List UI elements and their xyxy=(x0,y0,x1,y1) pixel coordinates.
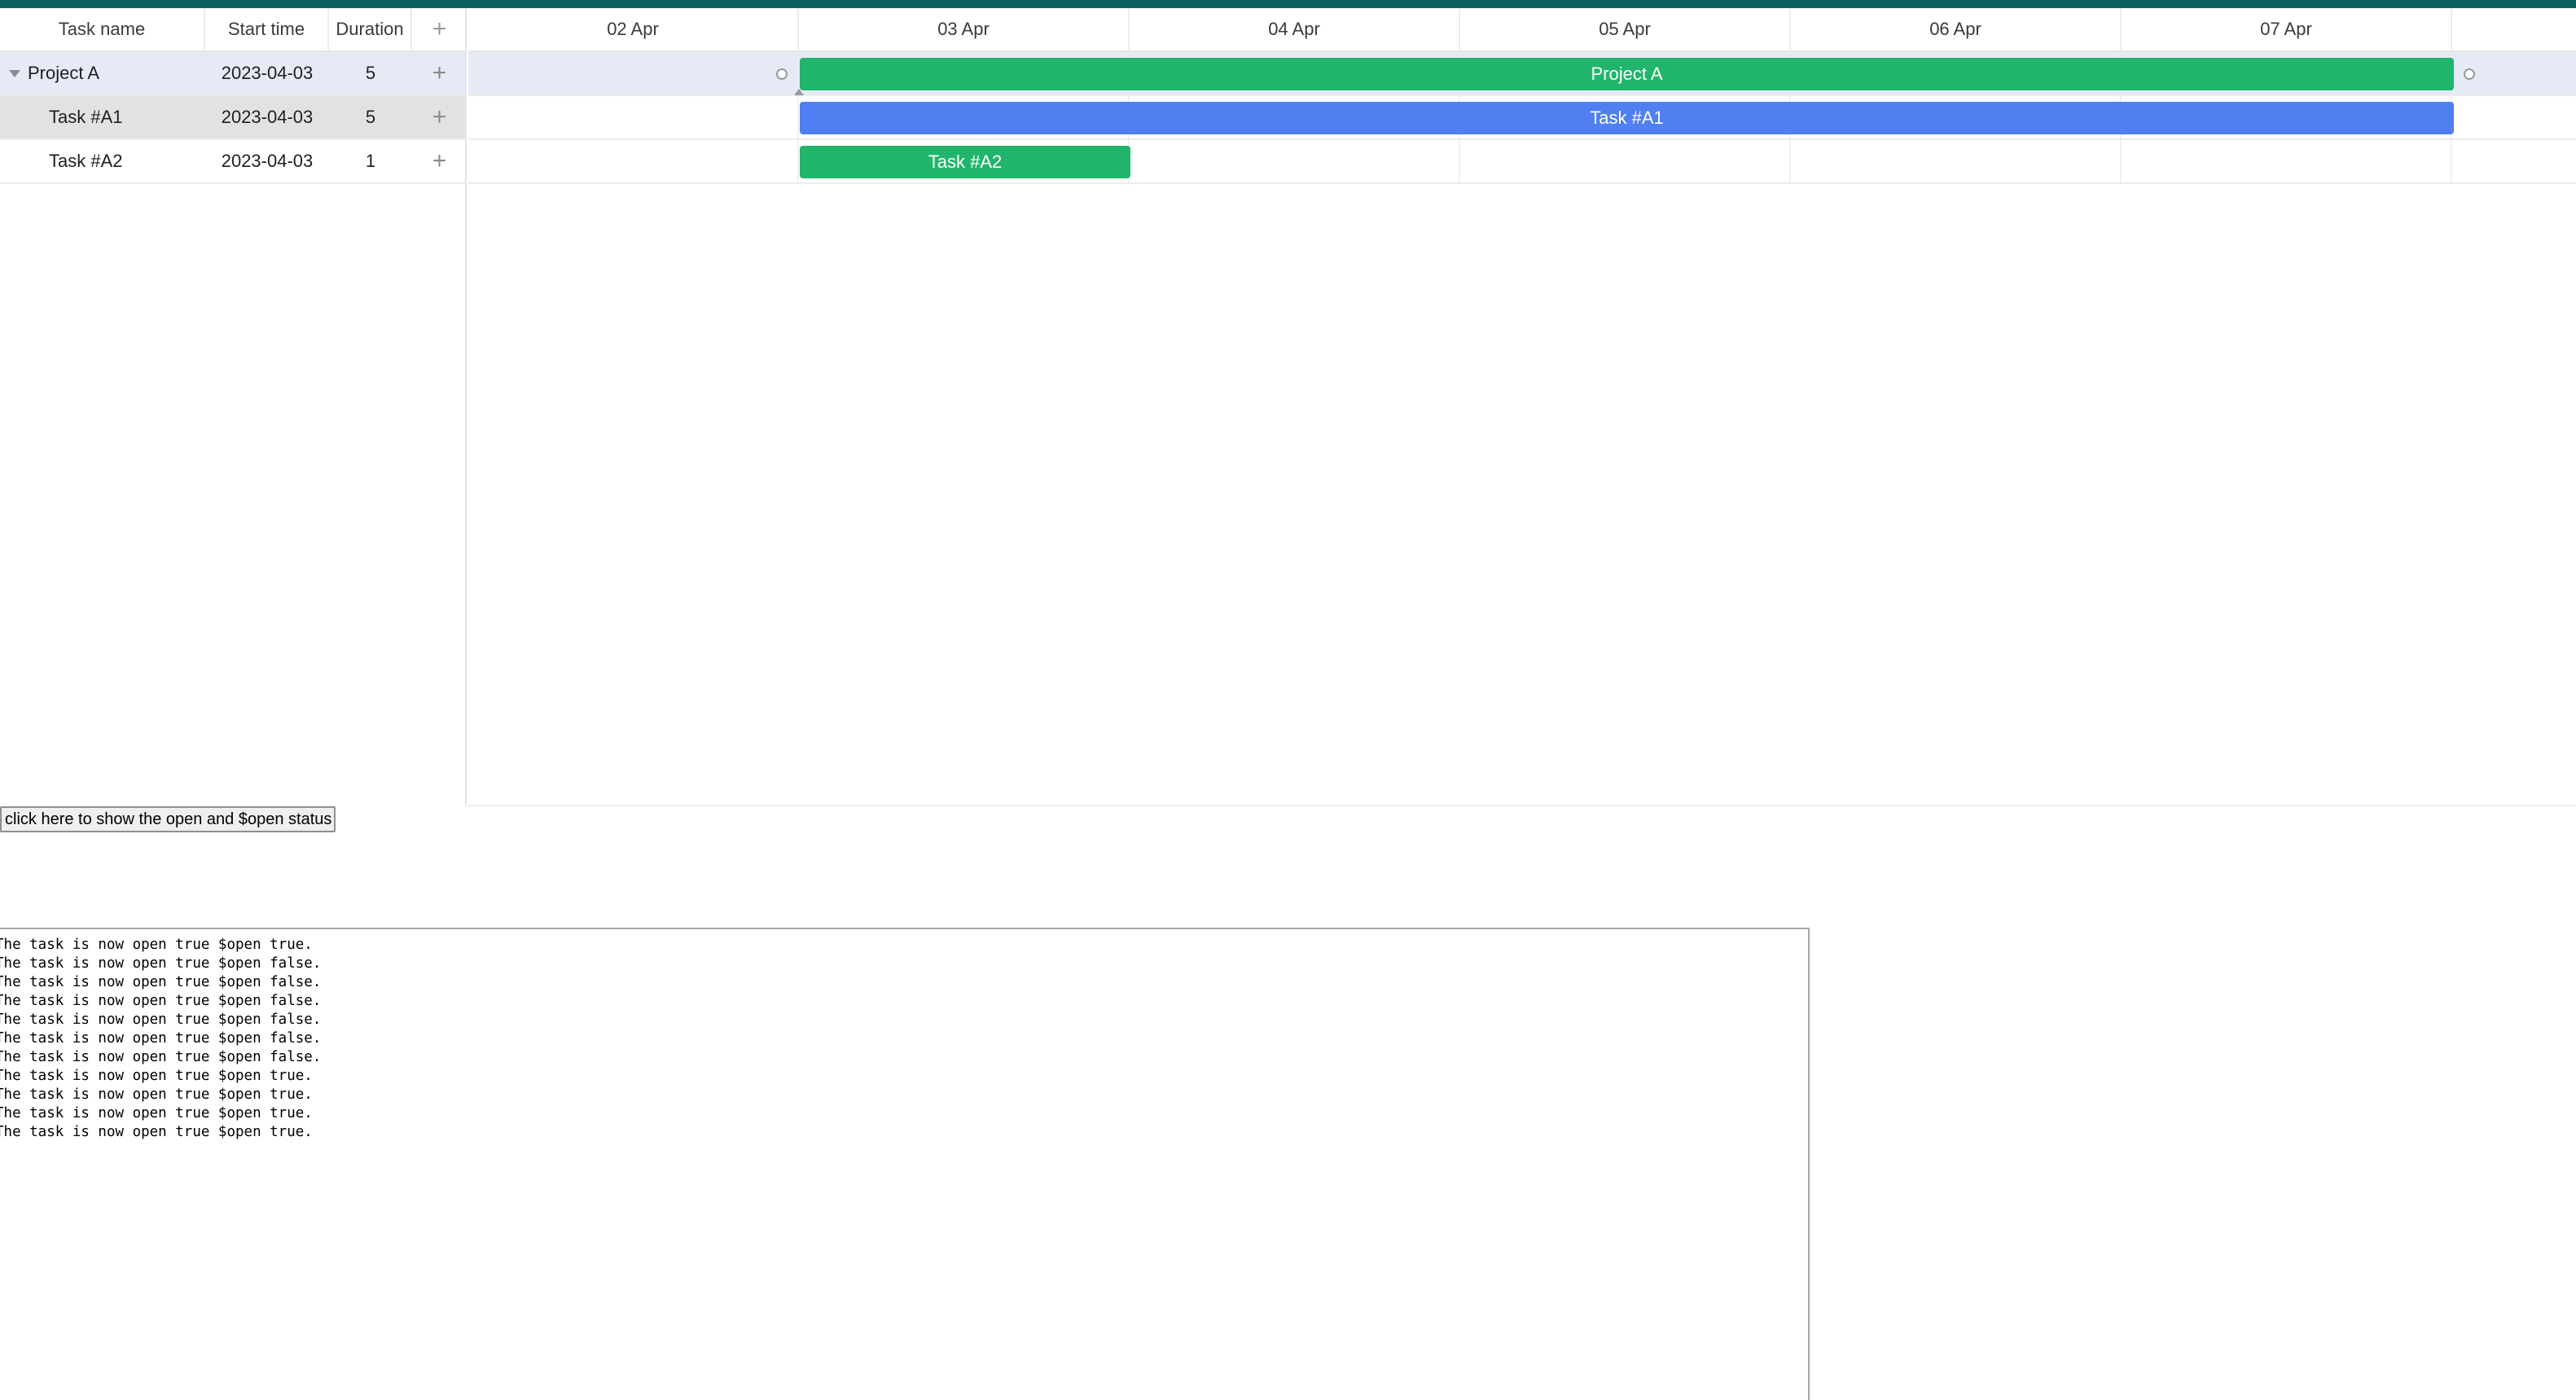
column-header-duration[interactable]: Duration xyxy=(329,8,412,50)
log-line: The task is now open true $open true. xyxy=(0,1068,313,1084)
add-subtask-button[interactable]: + xyxy=(412,140,467,182)
log-line: The task is now open true $open false. xyxy=(0,1049,322,1065)
grid-header: Task name Start time Duration + xyxy=(0,8,465,52)
task-duration: 5 xyxy=(365,63,376,83)
task-start-time: 2023-04-03 xyxy=(221,151,314,171)
show-open-status-button[interactable]: click here to show the open and $open st… xyxy=(0,806,336,832)
progress-drag-marker-icon[interactable] xyxy=(794,89,804,95)
log-line: The task is now open true $open true. xyxy=(0,1124,313,1140)
grid-row-project-a[interactable]: Project A 2023-04-03 5 + xyxy=(0,52,465,96)
log-line: The task is now open true $open false. xyxy=(0,974,322,990)
task-name: Task #A2 xyxy=(49,151,123,171)
timeline-scale: 02 Apr 03 Apr 04 Apr 05 Apr 06 Apr 07 Ap… xyxy=(468,8,2576,52)
gantt-timeline: 02 Apr 03 Apr 04 Apr 05 Apr 06 Apr 07 Ap… xyxy=(468,8,2576,806)
task-name: Project A xyxy=(28,63,100,83)
task-start-time: 2023-04-03 xyxy=(221,107,314,127)
timeline-row-task-a2 xyxy=(468,140,2576,184)
scale-day-04-apr: 04 Apr xyxy=(1130,8,1460,50)
task-duration: 5 xyxy=(365,107,376,127)
scale-day-07-apr: 07 Apr xyxy=(2122,8,2452,50)
log-line: The task is now open true $open false. xyxy=(0,955,322,972)
log-line: The task is now open true $open true. xyxy=(0,1105,313,1121)
gantt-bar-project-a[interactable]: Project A xyxy=(800,58,2454,90)
grid-row-task-a1[interactable]: Task #A1 2023-04-03 5 + xyxy=(0,96,465,140)
link-start-handle-icon[interactable] xyxy=(776,68,788,80)
log-line: The task is now open true $open true. xyxy=(0,1086,313,1103)
log-line: The task is now open true $open false. xyxy=(0,993,322,1009)
log-output-textarea[interactable]: The task is now open true $open true. Th… xyxy=(0,928,1810,1400)
task-grid: Task name Start time Duration + Project … xyxy=(0,8,467,806)
gantt-bar-task-a1[interactable]: Task #A1 xyxy=(800,102,2454,134)
column-header-task-name[interactable]: Task name xyxy=(0,8,205,50)
link-end-handle-icon[interactable] xyxy=(2464,68,2475,80)
log-line: The task is now open true $open false. xyxy=(0,1012,322,1028)
add-task-header-button[interactable]: + xyxy=(412,8,467,50)
column-header-start-time[interactable]: Start time xyxy=(205,8,329,50)
add-subtask-button[interactable]: + xyxy=(412,96,467,138)
top-accent-bar xyxy=(0,0,2576,8)
task-duration: 1 xyxy=(365,151,376,171)
scale-day-05-apr: 05 Apr xyxy=(1460,8,1791,50)
task-start-time: 2023-04-03 xyxy=(221,63,314,83)
gantt-bar-task-a2[interactable]: Task #A2 xyxy=(800,146,1130,178)
scale-day-02-apr: 02 Apr xyxy=(468,8,799,50)
add-subtask-button[interactable]: + xyxy=(412,52,467,94)
scale-day-03-apr: 03 Apr xyxy=(799,8,1130,50)
grid-row-task-a2[interactable]: Task #A2 2023-04-03 1 + xyxy=(0,140,465,184)
scale-day-06-apr: 06 Apr xyxy=(1791,8,2122,50)
task-name: Task #A1 xyxy=(49,107,123,127)
log-line: The task is now open true $open true. xyxy=(0,937,313,953)
log-line: The task is now open true $open false. xyxy=(0,1030,322,1047)
plus-icon: + xyxy=(432,15,447,42)
